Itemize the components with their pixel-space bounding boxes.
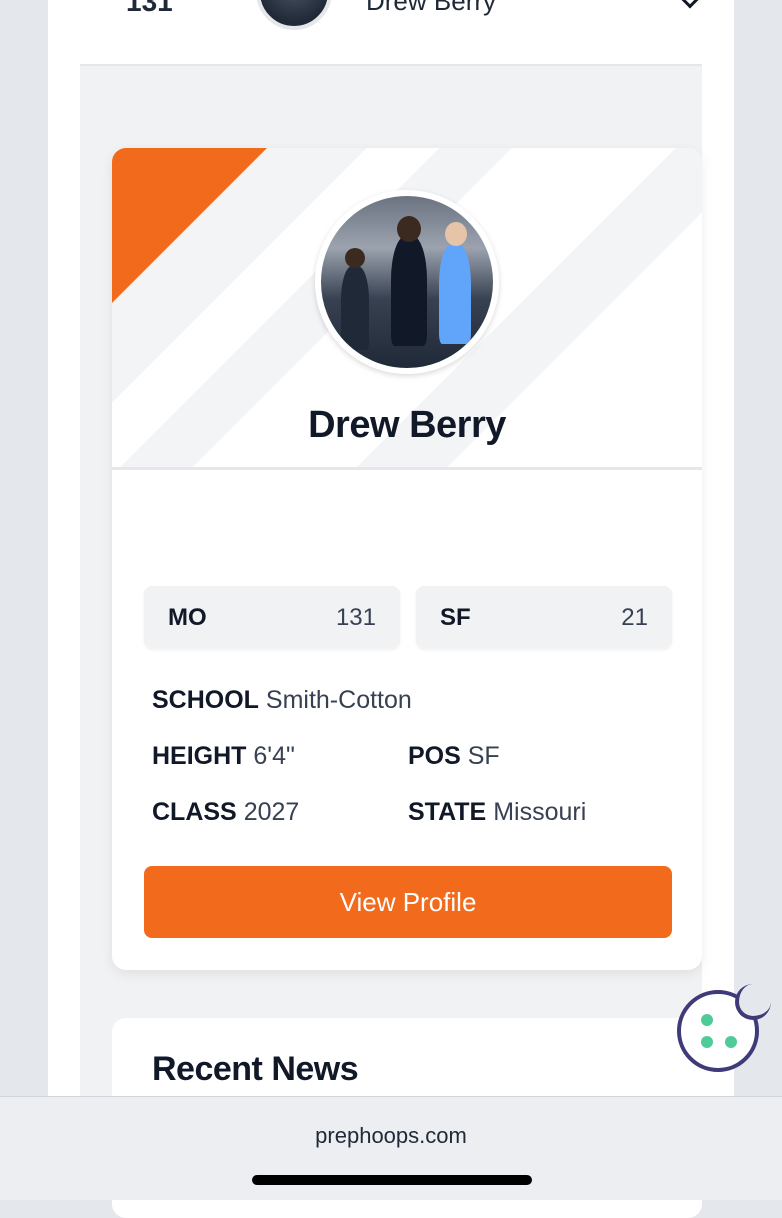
info-value: 6'4"	[253, 742, 295, 770]
info-label: POS	[408, 742, 461, 770]
position-info: POS SF	[408, 742, 500, 771]
info-value: Smith-Cotton	[265, 686, 412, 714]
photo-figure	[439, 244, 471, 344]
chip-value: 21	[621, 604, 648, 631]
photo-figure	[341, 266, 369, 350]
info-label: CLASS	[152, 798, 237, 826]
photo-figure	[397, 216, 421, 242]
info-label: HEIGHT	[152, 742, 247, 770]
page: 131 Drew Berry Drew Berry MO 131 SF 21 S…	[48, 0, 734, 1218]
school-info: SCHOOL Smith-Cotton	[152, 686, 412, 715]
info-value: 2027	[243, 798, 300, 826]
chip-value: 131	[335, 604, 376, 631]
avatar	[256, 0, 332, 30]
section-title: Recent News	[152, 1050, 359, 1088]
info-label: STATE	[408, 798, 487, 826]
info-value: Missouri	[493, 798, 587, 826]
player-photo	[315, 190, 499, 374]
browser-address-bar[interactable]: prephoops.com	[0, 1096, 782, 1200]
class-info: CLASS 2027	[152, 798, 299, 827]
cookie-icon[interactable]	[677, 984, 771, 1072]
photo-figure	[391, 236, 427, 346]
position-rank-chip: SF 21	[416, 586, 672, 648]
player-name-heading: Drew Berry	[308, 404, 506, 446]
url-text: prephoops.com	[315, 1123, 467, 1148]
ranking-row-previous[interactable]: 131 Drew Berry	[48, 0, 734, 64]
state-rank-chip: MO 131	[144, 586, 400, 648]
info-value: SF	[467, 742, 500, 770]
chevron-down-icon[interactable]	[681, 0, 699, 9]
view-profile-button[interactable]: View Profile	[144, 866, 672, 938]
photo-figure	[345, 248, 365, 268]
cookie-dot	[701, 1014, 713, 1026]
cookie-dot	[725, 1036, 737, 1048]
player-name: Drew Berry	[366, 0, 497, 16]
photo-figure	[445, 222, 467, 246]
rank-number: 131	[126, 0, 173, 17]
info-label: SCHOOL	[152, 686, 259, 714]
state-info: STATE Missouri	[408, 798, 586, 827]
player-card: Drew Berry MO 131 SF 21 SCHOOL Smith-Cot…	[112, 148, 702, 970]
chip-label: MO	[168, 604, 207, 631]
height-info: HEIGHT 6'4"	[152, 742, 295, 771]
chip-label: SF	[440, 604, 471, 631]
cookie-bite	[735, 984, 771, 1020]
home-indicator[interactable]	[252, 1175, 532, 1185]
accent-stripe	[112, 148, 267, 303]
cookie-dot	[701, 1036, 713, 1048]
card-header: Drew Berry	[112, 148, 702, 470]
expanded-panel: Drew Berry MO 131 SF 21 SCHOOL Smith-Cot…	[80, 64, 702, 1218]
